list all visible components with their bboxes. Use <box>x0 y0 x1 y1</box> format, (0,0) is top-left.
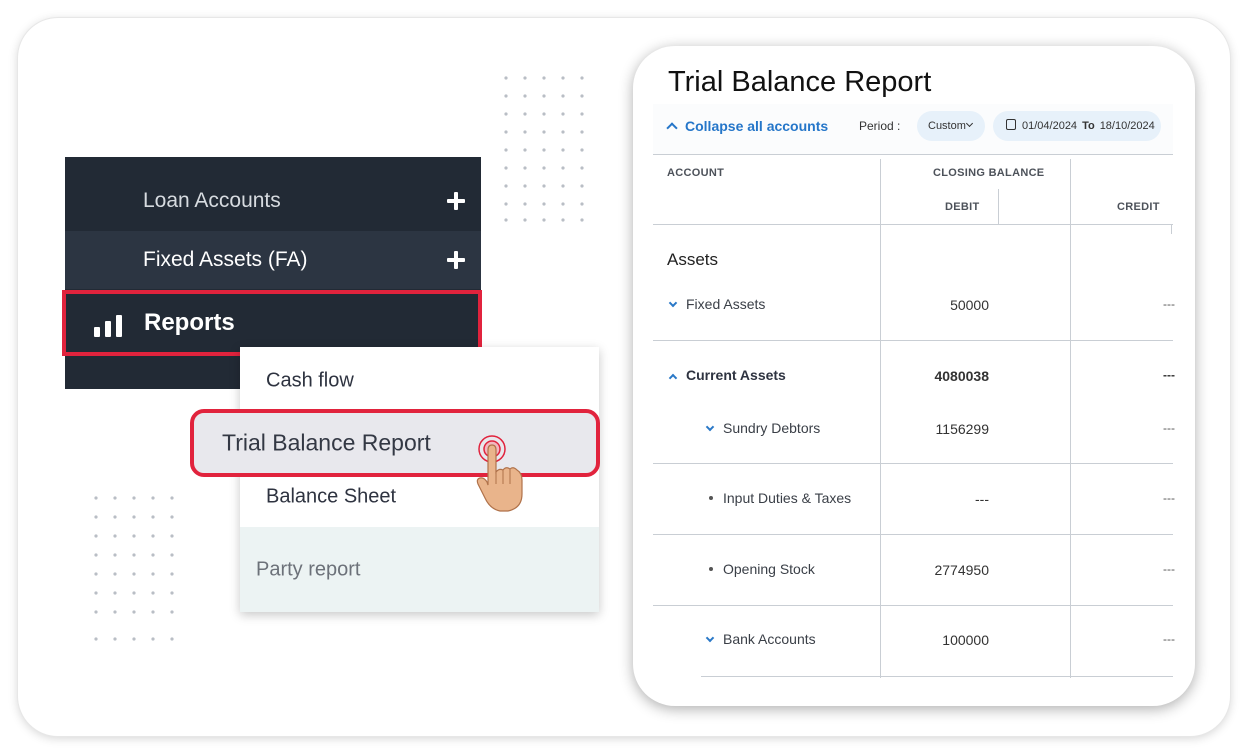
chevron-down-icon <box>705 422 715 432</box>
debit-value: 50000 <box>950 297 989 313</box>
debit-value: 4080038 <box>934 368 989 384</box>
date-from: 01/04/2024 <box>1022 120 1078 132</box>
collapse-all-button[interactable]: Collapse all accounts <box>666 118 829 134</box>
account-name: Sundry Debtors <box>723 420 821 436</box>
chevron-down-icon <box>965 119 974 128</box>
date-to: 18/10/2024 <box>1099 120 1155 132</box>
debit-value: --- <box>975 491 989 507</box>
sidebar-item-label: Loan Accounts <box>143 189 281 212</box>
page-title: Trial Balance Report <box>668 66 932 98</box>
table-row[interactable]: Input Duties & Taxes <box>709 490 851 506</box>
trial-balance-report-card: Trial Balance Report Collapse all accoun… <box>633 46 1195 706</box>
column-header-debit: DEBIT <box>945 201 980 213</box>
trial-balance-table: ACCOUNT CLOSING BALANCE DEBIT CREDIT Ass… <box>653 154 1175 678</box>
chevron-down-icon <box>705 633 715 643</box>
account-name: Fixed Assets <box>686 296 766 312</box>
date-range-picker[interactable]: 01/04/2024 To 18/10/2024 <box>993 111 1161 141</box>
section-title-assets: Assets <box>667 250 719 269</box>
plus-icon[interactable] <box>447 251 465 269</box>
table-row[interactable]: Current Assets <box>668 367 786 383</box>
sidebar-item-loan-accounts[interactable]: Loan Accounts <box>65 172 481 230</box>
debit-value: 1156299 <box>935 421 989 437</box>
bullet-icon <box>709 496 713 500</box>
period-label: Period : <box>859 119 901 133</box>
column-header-credit: CREDIT <box>1117 201 1160 213</box>
calendar-icon <box>1006 119 1016 130</box>
report-toolbar: Collapse all accounts Period : Custom 01… <box>653 104 1173 154</box>
credit-value: --- <box>1163 562 1175 576</box>
period-value: Custom <box>928 120 966 132</box>
credit-value: --- <box>1163 421 1175 435</box>
chevron-down-icon <box>668 298 678 308</box>
table-row[interactable]: Fixed Assets <box>668 296 766 312</box>
menu-item-trial-balance-report[interactable]: Trial Balance Report <box>190 409 600 477</box>
chevron-up-icon <box>666 122 678 134</box>
table-row[interactable]: Sundry Debtors <box>705 420 821 436</box>
credit-value: --- <box>1163 368 1175 382</box>
date-to-label: To <box>1082 120 1095 132</box>
column-header-account: ACCOUNT <box>667 167 725 179</box>
credit-value: --- <box>1163 632 1175 646</box>
menu-item-balance-sheet[interactable]: Balance Sheet <box>240 474 599 520</box>
bar-chart-icon <box>94 313 124 337</box>
bullet-icon <box>709 567 713 571</box>
menu-item-label: Balance Sheet <box>266 485 397 508</box>
menu-item-party-report[interactable]: Party report <box>240 527 599 612</box>
period-select[interactable]: Custom <box>917 111 985 141</box>
account-name: Opening Stock <box>723 561 815 577</box>
credit-value: --- <box>1163 491 1175 505</box>
collapse-all-label: Collapse all accounts <box>685 118 829 134</box>
debit-value: 100000 <box>942 632 989 648</box>
menu-item-label: Trial Balance Report <box>222 429 431 456</box>
credit-value: --- <box>1163 297 1175 311</box>
menu-item-cash-flow[interactable]: Cash flow <box>240 359 599 403</box>
account-name: Input Duties & Taxes <box>723 490 852 506</box>
dot-grid-top-icon <box>504 76 584 222</box>
account-name: Current Assets <box>686 367 786 383</box>
table-row[interactable]: Opening Stock <box>709 561 815 577</box>
sidebar-item-label: Reports <box>144 309 235 336</box>
sidebar-item-fixed-assets[interactable]: Fixed Assets (FA) <box>65 231 481 289</box>
dot-grid-bottom-icon <box>94 496 174 641</box>
plus-icon[interactable] <box>447 192 465 210</box>
chevron-up-icon <box>668 373 678 383</box>
sidebar-item-label: Fixed Assets (FA) <box>143 248 308 271</box>
hand-pointer-icon <box>476 435 523 512</box>
table-row[interactable]: Bank Accounts <box>705 631 816 647</box>
menu-item-label: Cash flow <box>266 369 354 392</box>
account-name: Bank Accounts <box>723 631 816 647</box>
menu-item-label: Party report <box>256 558 361 580</box>
reports-dropdown-menu: Cash flow Balance Sheet Party report <box>240 347 599 612</box>
debit-value: 2774950 <box>934 562 989 578</box>
column-header-closing-balance: CLOSING BALANCE <box>933 167 1045 179</box>
